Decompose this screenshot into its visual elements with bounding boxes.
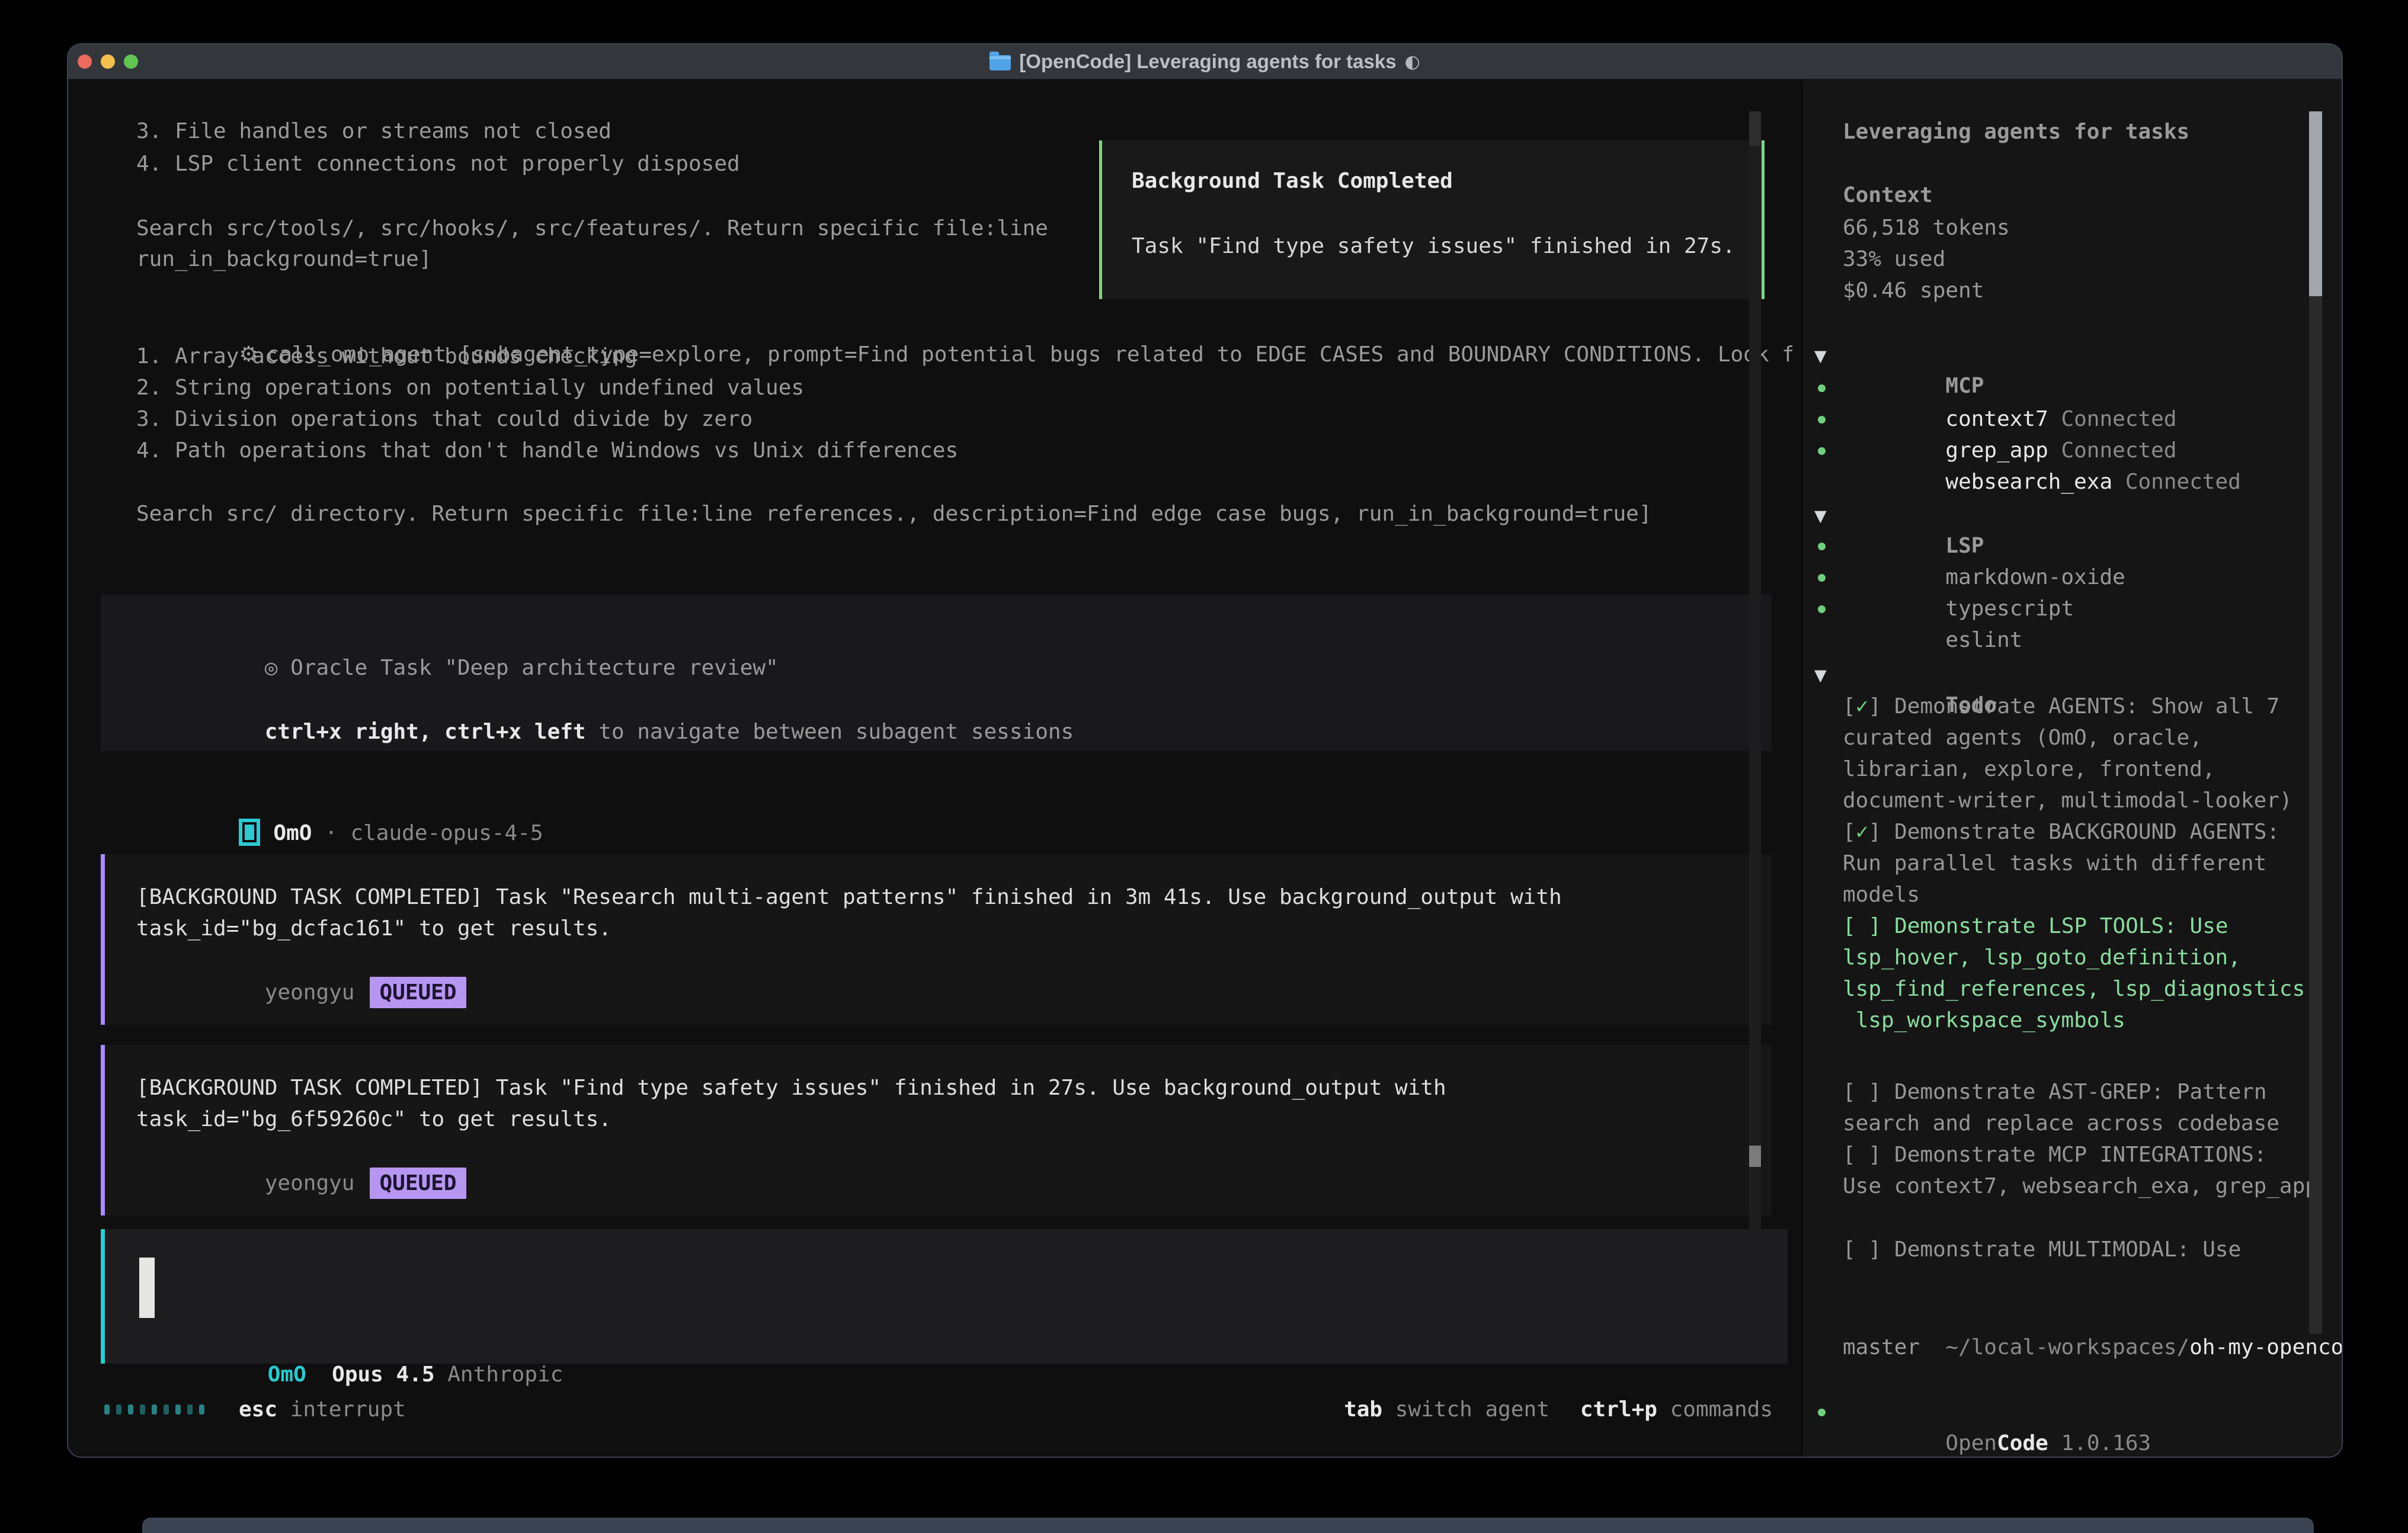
task-message-line: [BACKGROUND TASK COMPLETED] Task "Find t… <box>136 1072 1446 1104</box>
task-meta-line: yeongyu QUEUED <box>136 945 466 1040</box>
scrollback-line: 4. LSP client connections not properly d… <box>136 148 740 179</box>
oracle-icon: ◎ <box>265 656 278 680</box>
main-scrollbar-cap <box>1749 111 1761 146</box>
context-spent: $0.46 spent <box>1843 275 1984 306</box>
hint-keys: ctrl+x right, ctrl+x left <box>265 720 586 744</box>
status-dot-icon <box>1818 447 1826 455</box>
context-used: 33% used <box>1843 243 1945 275</box>
queued-badge: QUEUED <box>370 977 466 1008</box>
bug-list-item: 4. Path operations that don't handle Win… <box>136 435 958 466</box>
notification-toast: Background Task Completed Task "Find typ… <box>1099 140 1765 299</box>
check-icon: ✓ <box>1856 694 1869 719</box>
status-dot-icon <box>1818 605 1826 613</box>
notification-title: Background Task Completed <box>1132 165 1453 197</box>
input-model-name: Opus 4.5 <box>332 1362 434 1387</box>
scrollback-line: 3. File handles or streams not closed <box>136 116 611 147</box>
status-dot-icon <box>1818 543 1826 550</box>
task-message-line: task_id="bg_6f59260c" to get results. <box>136 1104 611 1135</box>
ctrlp-key-label: commands <box>1657 1394 1773 1425</box>
task-author: yeongyu <box>265 1171 355 1195</box>
half-circle-busy-icon: ◐ <box>1405 52 1420 72</box>
statusbar-left: esc interrupt <box>104 1394 406 1425</box>
session-title: Leveraging agents for tasks <box>1843 116 2189 147</box>
folder-icon <box>990 55 1011 70</box>
ctrlp-key-hint: ctrl+p <box>1580 1394 1657 1425</box>
task-author: yeongyu <box>265 980 355 1005</box>
input-provider: Anthropic <box>435 1362 563 1387</box>
task-message-line: task_id="bg_dcfac161" to get results. <box>136 913 611 944</box>
status-dot-icon <box>1818 416 1826 424</box>
sidebar: Leveraging agents for tasks Context 66,5… <box>1801 80 2342 1457</box>
chevron-down-icon: ▼ <box>1814 501 1827 532</box>
statusbar-right: tab switch agent ctrl+p commands <box>1344 1394 1773 1425</box>
todo-item-active: [ ]Demonstrate LSP TOOLS: Use lsp_hover,… <box>1843 910 2318 1036</box>
context-header: Context <box>1843 179 1933 211</box>
workspace-branch: master <box>1843 1332 1920 1363</box>
text-cursor <box>139 1258 155 1318</box>
agent-model: claude-opus-4-5 <box>350 821 543 845</box>
scrollback-line: Search src/tools/, src/hooks/, src/featu… <box>136 213 1048 244</box>
notification-body: Task "Find type safety issues" finished … <box>1132 230 1735 262</box>
chevron-down-icon: ▼ <box>1814 660 1827 691</box>
window-title: [OpenCode] Leveraging agents for tasks <box>1019 50 1396 73</box>
main-scrollbar-thumb[interactable] <box>1749 1146 1761 1167</box>
queued-badge: QUEUED <box>370 1168 466 1199</box>
message-input[interactable]: OmO Opus 4.5 Anthropic <box>101 1229 1788 1364</box>
todo-item-pending: [ ]Demonstrate MULTIMODAL: Use <box>1843 1234 2241 1265</box>
esc-key-label: interrupt <box>277 1394 406 1425</box>
opencode-window: [OpenCode] Leveraging agents for tasks ◐… <box>68 44 2342 1457</box>
background-task-card: [BACKGROUND TASK COMPLETED] Task "Resear… <box>101 854 1772 1025</box>
titlebar: [OpenCode] Leveraging agents for tasks ◐ <box>68 44 2342 80</box>
oracle-hint: ctrl+x right, ctrl+x left to navigate be… <box>136 685 1074 779</box>
status-dot-icon <box>1818 574 1826 582</box>
sidebar-scrollbar-thumb[interactable] <box>2309 111 2322 296</box>
todo-item-pending: [ ]Demonstrate MCP INTEGRATIONS: Use con… <box>1843 1139 2318 1202</box>
task-message-line: [BACKGROUND TASK COMPLETED] Task "Resear… <box>136 881 1562 913</box>
agent-square-icon <box>239 819 260 846</box>
bug-list-item: 3. Division operations that could divide… <box>136 403 752 435</box>
terminal-pane: 3. File handles or streams not closed 4.… <box>68 80 1792 1457</box>
tab-key-label: switch agent <box>1382 1394 1549 1425</box>
status-dot-icon <box>1818 384 1826 392</box>
task-meta-line: yeongyu QUEUED <box>136 1136 466 1230</box>
bug-list-item: 1. Array access without bounds checking <box>136 341 637 372</box>
chevron-down-icon: ▼ <box>1814 341 1827 372</box>
esc-key-hint: esc <box>239 1394 277 1425</box>
agent-name: OmO <box>273 821 312 845</box>
scrollback-line: Search src/ directory. Return specific f… <box>136 498 1652 530</box>
background-window-edge <box>142 1518 2314 1533</box>
main-scrollbar[interactable] <box>1749 111 1761 1244</box>
version-line: OpenCode 1.0.163 <box>1843 1396 2151 1457</box>
spinner-dots-icon <box>104 1404 204 1415</box>
oracle-task-card: ◎ Oracle Task "Deep architecture review"… <box>101 595 1772 751</box>
todo-item-done: [✓]Demonstrate BACKGROUND AGENTS: Run pa… <box>1843 816 2279 910</box>
scrollback-line: run_in_background=true] <box>136 243 432 275</box>
todo-item-done: [✓]Demonstrate AGENTS: Show all 7 curate… <box>1843 691 2292 816</box>
context-tokens: 66,518 tokens <box>1843 212 2010 243</box>
window-title-group: [OpenCode] Leveraging agents for tasks ◐ <box>68 44 2342 79</box>
status-dot-icon <box>1818 1409 1826 1416</box>
tab-key-hint: tab <box>1344 1394 1382 1425</box>
sidebar-scrollbar-track[interactable] <box>2309 296 2322 1334</box>
check-icon: ✓ <box>1856 820 1869 844</box>
bug-list-item: 2. String operations on potentially unde… <box>136 372 804 403</box>
background-task-card: [BACKGROUND TASK COMPLETED] Task "Find t… <box>101 1045 1772 1216</box>
input-agent-name: OmO <box>268 1362 306 1387</box>
todo-item-pending: [ ]Demonstrate AST-GREP: Pattern search … <box>1843 1076 2279 1139</box>
